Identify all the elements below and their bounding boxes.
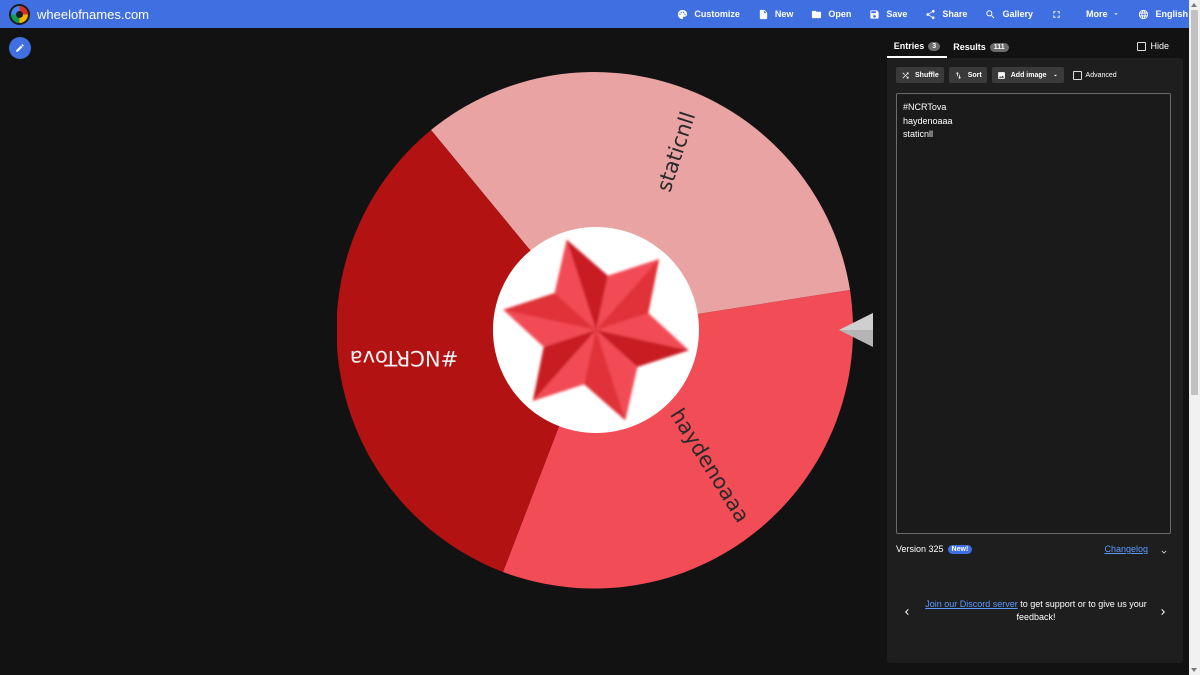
open-button[interactable]: Open <box>811 9 851 20</box>
add-image-label: Add image <box>1010 71 1047 79</box>
search-icon <box>986 9 995 18</box>
share-icon <box>926 9 936 19</box>
discord-link[interactable]: Join our Discord server <box>925 599 1018 609</box>
page-scrollbar[interactable] <box>1189 0 1200 675</box>
pointer-arrow-icon <box>839 313 873 347</box>
chevron-down-icon <box>1053 74 1057 76</box>
customize-label: Customize <box>694 9 740 19</box>
shuffle-label: Shuffle <box>915 71 939 79</box>
chevron-down-icon <box>1161 550 1167 554</box>
sort-icon <box>955 71 961 79</box>
save-button[interactable]: Save <box>869 9 907 20</box>
changelog-link[interactable]: Changelog <box>1104 544 1148 554</box>
entries-count-badge: 3 <box>928 41 941 51</box>
new-badge: New! <box>947 544 973 554</box>
hide-toggle[interactable]: Hide <box>1137 41 1169 51</box>
share-label: Share <box>942 9 968 19</box>
next-tip-button[interactable] <box>1157 605 1169 619</box>
chevron-left-icon <box>905 609 909 615</box>
top-bar: wheelofnames.com Customize New Open Save… <box>0 0 1200 28</box>
discord-banner: Join our Discord server to get support o… <box>896 598 1174 628</box>
entries-card: Shuffle Sort Add image Advanced #NCRTova… <box>887 58 1183 663</box>
discord-message: Join our Discord server to get support o… <box>920 598 1152 624</box>
globe-icon <box>1139 9 1149 19</box>
gallery-label: Gallery <box>1002 9 1033 19</box>
scroll-thumb[interactable] <box>1191 10 1198 395</box>
save-label: Save <box>886 9 908 19</box>
more-button[interactable]: More <box>1086 9 1121 19</box>
new-label: New <box>774 9 794 19</box>
top-menu: Customize New Open Save Share Gallery Mo… <box>659 0 1188 28</box>
share-button[interactable]: Share <box>925 9 967 20</box>
fullscreen-button[interactable] <box>1051 9 1068 20</box>
add-image-button[interactable]: Add image <box>991 67 1064 83</box>
more-label: More <box>1085 9 1108 19</box>
wheel-label-ncrtova: #NCRTova <box>350 346 458 370</box>
entry-line: staticnll <box>903 129 934 139</box>
results-count-badge: 111 <box>989 42 1009 52</box>
entries-toolbar: Shuffle Sort Add image Advanced <box>896 67 1117 83</box>
entry-line: haydenoaaa <box>903 115 953 126</box>
tab-results[interactable]: Results 111 <box>951 36 1011 58</box>
site-name[interactable]: wheelofnames.com <box>37 7 149 22</box>
wheel-canvas[interactable]: staticnll haydenoaaa #NCRTova <box>336 72 855 590</box>
discord-rest-text: to get support or to give us your feedba… <box>1016 599 1147 622</box>
gallery-button[interactable]: Gallery <box>985 9 1033 20</box>
new-file-icon <box>759 9 768 19</box>
language-label: English <box>1155 9 1188 19</box>
advanced-checkbox[interactable] <box>1072 70 1082 80</box>
wheel[interactable]: staticnll haydenoaaa #NCRTova <box>336 72 855 590</box>
new-button[interactable]: New <box>758 9 794 20</box>
version-row: Version 325 New! Changelog <box>896 542 1174 556</box>
version-text: Version 325 <box>896 544 944 554</box>
sort-label: Sort <box>967 71 982 79</box>
hide-checkbox[interactable] <box>1137 41 1147 51</box>
advanced-toggle[interactable]: Advanced <box>1072 70 1117 80</box>
panel-tabs: Entries 3 Results 111 Hide <box>887 36 1183 58</box>
scroll-down-arrow[interactable] <box>1191 668 1197 672</box>
tab-results-label: Results <box>953 42 986 52</box>
advanced-label: Advanced <box>1085 71 1117 79</box>
expand-changelog-button[interactable] <box>1159 544 1169 554</box>
language-button[interactable]: English <box>1138 9 1188 20</box>
save-icon <box>870 9 880 19</box>
fullscreen-icon <box>1053 10 1060 18</box>
tab-entries[interactable]: Entries 3 <box>887 36 947 58</box>
entry-line: #NCRTova <box>903 102 947 112</box>
hide-label: Hide <box>1150 41 1169 51</box>
edit-wheel-button[interactable] <box>9 37 31 59</box>
scroll-up-arrow[interactable] <box>1191 3 1197 7</box>
open-label: Open <box>828 9 852 19</box>
shuffle-button[interactable]: Shuffle <box>896 67 944 83</box>
folder-icon <box>812 10 822 18</box>
image-icon <box>997 71 1005 79</box>
logo-icon[interactable] <box>9 3 30 25</box>
tab-entries-label: Entries <box>893 41 925 51</box>
palette-icon <box>678 9 688 19</box>
entries-textarea[interactable]: #NCRTova haydenoaaa staticnll <box>896 93 1171 534</box>
sort-button[interactable]: Sort <box>948 67 987 83</box>
previous-tip-button[interactable] <box>901 605 913 619</box>
side-panel: Entries 3 Results 111 Hide Shuffle Sort … <box>887 36 1183 663</box>
chevron-down-icon <box>1114 13 1119 15</box>
customize-button[interactable]: Customize <box>677 9 740 20</box>
chevron-right-icon <box>1161 609 1165 615</box>
shuffle-icon <box>902 72 909 78</box>
pencil-icon <box>16 44 24 52</box>
